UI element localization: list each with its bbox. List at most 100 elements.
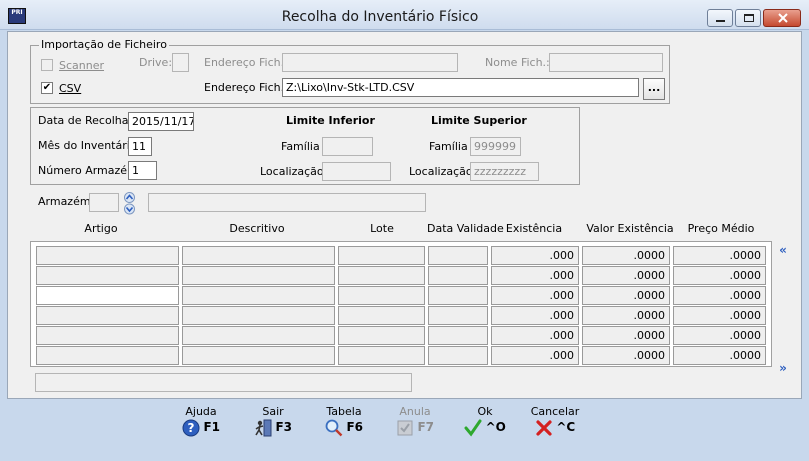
close-icon <box>778 13 788 23</box>
cell-artigo[interactable] <box>36 326 179 345</box>
cell-valor-existencia[interactable]: .0000 <box>582 326 670 345</box>
cell-valor-existencia[interactable]: .0000 <box>582 346 670 365</box>
table-row[interactable]: .000 .0000 .0000 <box>31 346 771 365</box>
col-descritivo[interactable]: Descritivo <box>182 222 332 235</box>
exit-key: F3 <box>275 420 293 434</box>
update-button[interactable]: Anula F7 <box>390 406 440 442</box>
app-icon[interactable]: PRI <box>8 8 26 24</box>
cell-data-validade[interactable] <box>428 286 488 305</box>
cell-data-validade[interactable] <box>428 306 488 325</box>
maximize-icon <box>744 14 754 22</box>
warehouse-spinner[interactable] <box>122 192 137 215</box>
lower-family-field[interactable] <box>322 137 373 156</box>
cell-existencia[interactable]: .000 <box>491 286 579 305</box>
cell-lote[interactable] <box>338 286 425 305</box>
scroll-right-button[interactable]: » <box>775 361 791 377</box>
cell-lote[interactable] <box>338 266 425 285</box>
cell-valor-existencia[interactable]: .0000 <box>582 306 670 325</box>
warehouse-code-field[interactable] <box>89 193 119 212</box>
cell-artigo[interactable] <box>36 286 179 305</box>
cell-existencia[interactable]: .000 <box>491 326 579 345</box>
cell-lote[interactable] <box>338 346 425 365</box>
table-button[interactable]: Tabela F6 <box>318 406 370 442</box>
col-artigo[interactable]: Artigo <box>36 222 166 235</box>
warehouse-number-field[interactable]: 1 <box>128 161 157 180</box>
cell-lote[interactable] <box>338 326 425 345</box>
filename-label: Nome Fich.: <box>485 56 550 69</box>
browse-button[interactable]: ... <box>643 78 665 100</box>
col-preco-medio[interactable]: Preço Médio <box>672 222 770 235</box>
maximize-button[interactable] <box>735 9 761 27</box>
exit-button[interactable]: Sair F3 <box>248 406 298 442</box>
cell-descritivo[interactable] <box>182 306 335 325</box>
table-row[interactable]: .000 .0000 .0000 <box>31 286 771 305</box>
help-button[interactable]: Ajuda ? F1 <box>176 406 226 442</box>
cell-data-validade[interactable] <box>428 246 488 265</box>
cell-lote[interactable] <box>338 306 425 325</box>
ok-label: Ok <box>477 405 493 418</box>
col-lote[interactable]: Lote <box>337 222 427 235</box>
title-bar[interactable]: PRI Recolha do Inventário Físico <box>0 0 809 30</box>
table-row[interactable]: .000 .0000 .0000 <box>31 306 771 325</box>
cell-valor-existencia[interactable]: .0000 <box>582 266 670 285</box>
cell-preco-medio[interactable]: .0000 <box>673 326 766 345</box>
update-label: Anula <box>399 405 431 418</box>
cell-existencia[interactable]: .000 <box>491 266 579 285</box>
cell-preco-medio[interactable]: .0000 <box>673 306 766 325</box>
cancel-button[interactable]: Cancelar ^C <box>528 406 582 442</box>
scroll-left-button[interactable]: « <box>775 243 791 259</box>
month-field[interactable]: 11 <box>128 137 152 156</box>
exit-label: Sair <box>262 405 284 418</box>
cell-preco-medio[interactable]: .0000 <box>673 346 766 365</box>
col-valor-existencia[interactable]: Valor Existência <box>581 222 679 235</box>
table-row[interactable]: .000 .0000 .0000 <box>31 326 771 345</box>
upper-family-field[interactable]: 999999 <box>470 137 521 156</box>
upper-location-field[interactable]: zzzzzzzzz <box>470 162 539 181</box>
cell-existencia[interactable]: .000 <box>491 246 579 265</box>
cell-descritivo[interactable] <box>182 346 335 365</box>
col-data-validade[interactable]: Data Validade <box>427 222 504 235</box>
lower-family-label: Família <box>281 140 320 153</box>
cell-data-validade[interactable] <box>428 346 488 365</box>
cell-descritivo[interactable] <box>182 326 335 345</box>
cell-preco-medio[interactable]: .0000 <box>673 246 766 265</box>
close-button[interactable] <box>763 9 801 27</box>
cell-valor-existencia[interactable]: .0000 <box>582 246 670 265</box>
cell-existencia[interactable]: .000 <box>491 346 579 365</box>
ok-button[interactable]: Ok ^O <box>460 406 510 442</box>
cell-lote[interactable] <box>338 246 425 265</box>
cell-artigo[interactable] <box>36 246 179 265</box>
csv-checkbox[interactable]: ✔ <box>41 82 53 94</box>
cell-data-validade[interactable] <box>428 266 488 285</box>
scanner-checkbox[interactable] <box>41 59 53 71</box>
cell-preco-medio[interactable]: .0000 <box>673 266 766 285</box>
cell-preco-medio[interactable]: .0000 <box>673 286 766 305</box>
scanner-address-field[interactable] <box>282 53 458 72</box>
csv-address-field[interactable]: Z:\Lixo\Inv-Stk-LTD.CSV <box>282 78 639 97</box>
warehouse-description-field[interactable] <box>148 193 426 212</box>
cell-existencia[interactable]: .000 <box>491 306 579 325</box>
lower-location-label: Localização <box>260 165 324 178</box>
cell-artigo[interactable] <box>36 346 179 365</box>
month-label: Mês do Inventário: <box>38 139 141 152</box>
minimize-icon <box>716 20 725 22</box>
cell-descritivo[interactable] <box>182 246 335 265</box>
cell-artigo[interactable] <box>36 266 179 285</box>
cell-valor-existencia[interactable]: .0000 <box>582 286 670 305</box>
help-icon: ? <box>182 419 200 437</box>
col-existencia[interactable]: Existência <box>490 222 578 235</box>
table-key: F6 <box>346 420 364 434</box>
filename-field[interactable] <box>549 53 663 72</box>
drive-label: Drive: <box>139 56 173 69</box>
minimize-button[interactable] <box>707 9 733 27</box>
drive-field[interactable] <box>172 53 189 72</box>
cell-artigo[interactable] <box>36 306 179 325</box>
cell-data-validade[interactable] <box>428 326 488 345</box>
date-field[interactable]: 2015/11/17 <box>128 112 194 131</box>
cell-descritivo[interactable] <box>182 286 335 305</box>
cell-descritivo[interactable] <box>182 266 335 285</box>
lower-location-field[interactable] <box>322 162 391 181</box>
table-row[interactable]: .000 .0000 .0000 <box>31 266 771 285</box>
bottom-toolbar: Ajuda ? F1 Sair F3 Tabela F6 Anula F7 Ok… <box>0 400 809 461</box>
table-row[interactable]: .000 .0000 .0000 <box>31 246 771 265</box>
